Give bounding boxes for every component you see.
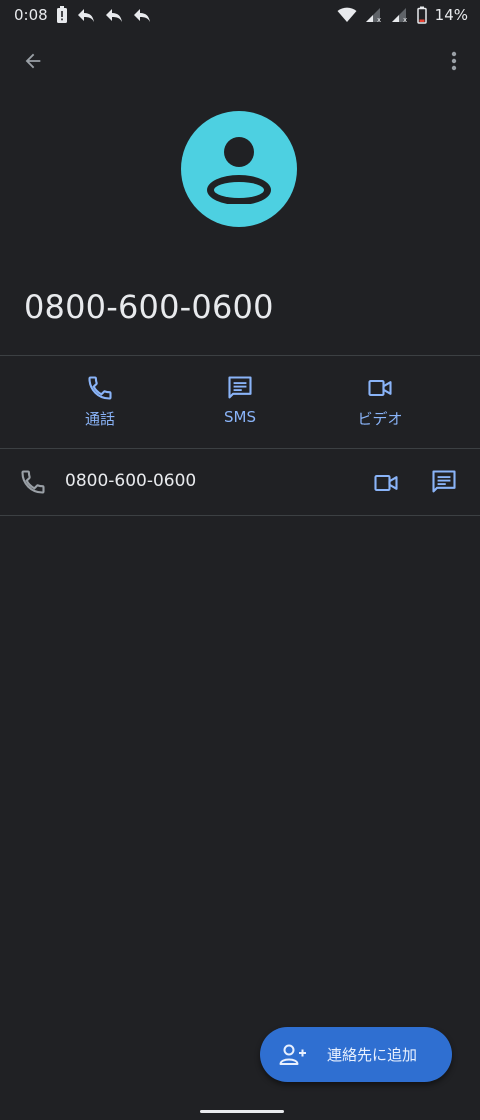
phone-number: 0800-600-0600: [65, 471, 197, 491]
video-call-button[interactable]: [372, 469, 400, 501]
divider: [0, 515, 480, 516]
message-icon: [432, 470, 456, 493]
video-icon: [374, 474, 398, 492]
message-icon: [228, 376, 252, 399]
more-vert-icon: [451, 51, 457, 71]
add-contact-label: 連絡先に追加: [327, 1046, 418, 1064]
sms-action[interactable]: SMS: [180, 374, 300, 426]
phone-number-row[interactable]: 0800-600-0600: [0, 449, 480, 515]
video-icon: [368, 379, 392, 397]
person-add-icon: [279, 1043, 307, 1067]
contact-name: 0800-600-0600: [24, 288, 274, 326]
missed-call-icon: [104, 7, 124, 23]
missed-call-icon: [76, 7, 96, 23]
battery-alert-icon: [56, 6, 68, 24]
status-bar-left: 0:08: [14, 6, 152, 24]
status-bar-right: x x 14%: [337, 6, 468, 24]
home-indicator[interactable]: [200, 1110, 284, 1113]
phone-icon: [88, 376, 112, 400]
more-options-button[interactable]: [442, 46, 466, 76]
signal-icon: x: [391, 7, 409, 23]
back-button[interactable]: [18, 46, 48, 76]
top-app-bar: [0, 38, 480, 82]
status-time: 0:08: [14, 6, 48, 24]
person-icon: [207, 137, 271, 204]
signal-icon: x: [365, 7, 383, 23]
add-contact-button[interactable]: 連絡先に追加: [260, 1027, 452, 1082]
battery-icon: [416, 6, 427, 24]
call-label: 通話: [84, 410, 115, 428]
status-bar: 0:08 x x 14%: [0, 0, 480, 30]
arrow-back-icon: [25, 53, 41, 69]
call-action[interactable]: 通話: [40, 374, 160, 429]
send-sms-button[interactable]: [430, 468, 458, 500]
svg-text:x: x: [377, 16, 381, 23]
phone-icon: [19, 468, 47, 500]
video-label: ビデオ: [357, 410, 403, 428]
svg-text:x: x: [403, 16, 407, 23]
action-row: 通話 SMS ビデオ: [0, 356, 480, 448]
video-action[interactable]: ビデオ: [320, 374, 440, 429]
battery-percent: 14%: [434, 6, 468, 24]
sms-label: SMS: [224, 408, 256, 426]
missed-call-icon: [132, 7, 152, 23]
wifi-icon: [337, 7, 357, 23]
contact-avatar: [181, 111, 297, 227]
